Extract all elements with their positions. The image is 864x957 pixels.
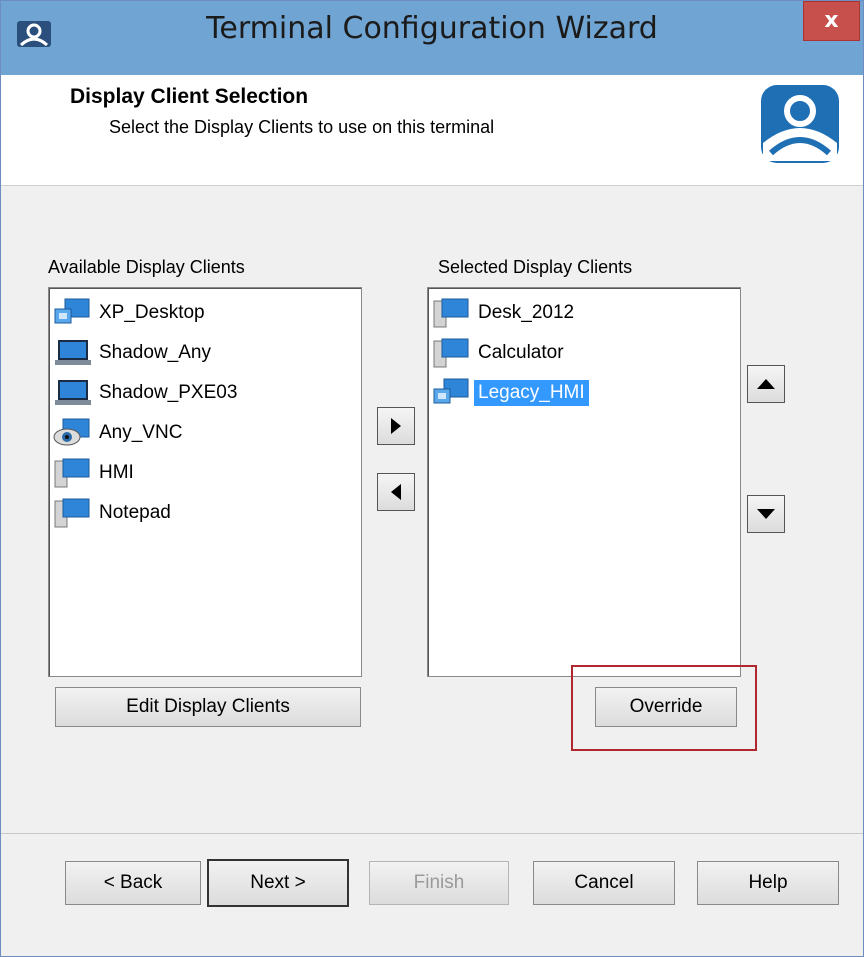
item-label: Shadow_PXE03	[99, 382, 238, 403]
footer-divider	[1, 833, 863, 834]
add-arrow-button[interactable]	[377, 407, 415, 445]
finish-button: Finish	[369, 861, 509, 905]
wizard-window: Terminal Configuration Wizard x Display …	[0, 0, 864, 957]
item-label: XP_Desktop	[99, 302, 205, 323]
page-subtitle: Select the Display Clients to use on thi…	[109, 117, 495, 137]
list-item[interactable]: Any_VNC	[53, 416, 186, 450]
thinmanager-logo-icon	[761, 85, 839, 163]
selected-label: Selected Display Clients	[438, 257, 633, 277]
multi-monitor-icon	[433, 378, 469, 404]
wizard-header: Display Client Selection Select the Disp…	[1, 75, 863, 186]
item-label: Any_VNC	[99, 422, 183, 443]
multi-monitor-icon	[54, 298, 90, 324]
list-item[interactable]: Calculator	[432, 336, 568, 370]
back-button[interactable]: < Back	[65, 861, 201, 905]
override-button[interactable]: Override	[595, 687, 737, 727]
list-item[interactable]: Desk_2012	[432, 296, 578, 330]
selected-listbox[interactable]: Desk_2012 Calculator Legacy_HMI	[427, 287, 741, 677]
server-monitor-icon	[433, 298, 469, 328]
move-up-button[interactable]	[747, 365, 785, 403]
close-button[interactable]: x	[803, 1, 860, 41]
list-item[interactable]: HMI	[53, 456, 138, 490]
item-label: Legacy_HMI	[474, 380, 589, 406]
title-bar[interactable]: Terminal Configuration Wizard x	[1, 1, 863, 75]
help-button[interactable]: Help	[697, 861, 839, 905]
remove-arrow-button[interactable]	[377, 473, 415, 511]
arrow-down-icon	[757, 509, 775, 519]
list-item[interactable]: XP_Desktop	[53, 296, 209, 330]
laptop-icon	[55, 380, 91, 405]
server-monitor-icon	[433, 338, 469, 368]
move-down-button[interactable]	[747, 495, 785, 533]
cancel-button[interactable]: Cancel	[533, 861, 675, 905]
next-button[interactable]: Next >	[207, 859, 349, 907]
item-label: Calculator	[478, 342, 564, 363]
laptop-icon	[55, 340, 91, 365]
page-title: Display Client Selection	[70, 85, 309, 108]
item-label: HMI	[99, 462, 134, 483]
list-item[interactable]: Shadow_Any	[53, 336, 215, 370]
list-item-selected[interactable]: Legacy_HMI	[432, 376, 589, 410]
arrow-right-icon	[391, 418, 401, 434]
available-listbox[interactable]: XP_Desktop Shadow_Any Shadow_PXE03 Any_V…	[48, 287, 362, 677]
item-label: Notepad	[99, 502, 171, 523]
window-title: Terminal Configuration Wizard	[206, 11, 658, 46]
edit-display-clients-button[interactable]: Edit Display Clients	[55, 687, 361, 727]
item-label: Shadow_Any	[99, 342, 211, 363]
server-monitor-icon	[54, 458, 90, 488]
arrow-left-icon	[391, 484, 401, 500]
server-monitor-icon	[54, 498, 90, 528]
eye-monitor-icon	[53, 418, 90, 446]
list-item[interactable]: Shadow_PXE03	[53, 376, 241, 410]
item-label: Desk_2012	[478, 302, 575, 323]
arrow-up-icon	[757, 379, 775, 389]
available-label: Available Display Clients	[48, 257, 245, 277]
list-item[interactable]: Notepad	[53, 496, 175, 530]
